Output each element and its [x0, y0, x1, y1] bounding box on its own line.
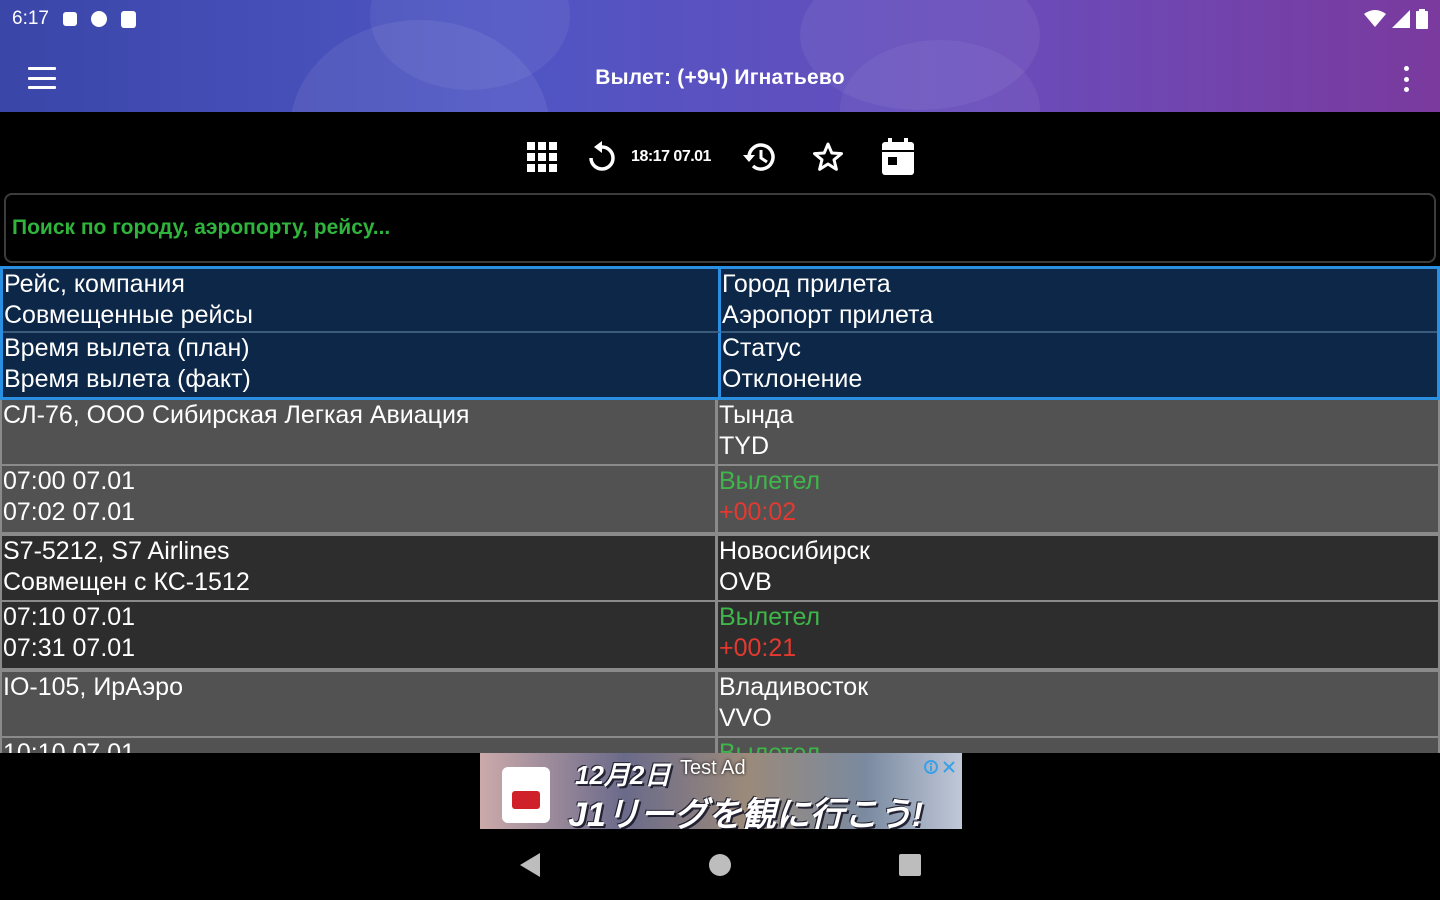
refresh-icon [589, 141, 615, 171]
destination-cell: Новосибирск OVB [718, 536, 1438, 602]
time-cell: 07:10 07.01 07:31 07.01 [2, 602, 718, 668]
ad-logo [502, 767, 550, 823]
nav-recents-button[interactable] [890, 845, 930, 885]
calendar-icon [881, 138, 914, 175]
nav-back-button[interactable] [510, 845, 550, 885]
signal-icon [1392, 10, 1410, 28]
update-time: 18:17 07.01 [631, 148, 711, 165]
destination-cell: Владивосток VVO [718, 672, 1438, 738]
header-city-label: Город прилета [722, 270, 891, 298]
header-delay-label: Отклонение [722, 365, 863, 393]
header-cell: Город прилета Аэропорт прилета [721, 269, 1437, 333]
refresh-button[interactable] [577, 132, 627, 182]
notification-icon [90, 11, 107, 27]
fact-time: 07:31 07.01 [3, 634, 136, 662]
hamburger-icon[interactable] [28, 67, 56, 89]
system-nav-bar [0, 841, 1440, 889]
header-codeshare-label: Совмещенные рейсы [4, 301, 253, 329]
flight-cell: IO-105, ИрАэро [2, 672, 718, 738]
notification-icon [62, 12, 77, 26]
ad-banner[interactable]: 12月2日 Test Ad J1リーグを観に行こう! [480, 753, 962, 829]
flight-codeshare: Совмещен с КС-1512 [3, 568, 250, 596]
header-flight-label: Рейс, компания [4, 270, 185, 298]
plan-time: 07:00 07.01 [3, 467, 136, 495]
header-fact-time-label: Время вылета (факт) [4, 365, 251, 393]
header-cell: Время вылета (план) Время вылета (факт) [3, 333, 721, 397]
status-bar-left: 6:17 [12, 8, 136, 30]
flight-row[interactable]: СЛ-76, ООО Сибирская Легкая Авиация Тынд… [0, 400, 1440, 534]
header-cell: Статус Отклонение [721, 333, 1437, 397]
fact-time: 07:02 07.01 [3, 498, 136, 526]
page-title: Вылет: (+9ч) Игнатьево [595, 66, 845, 89]
destination-city: Новосибирск [719, 537, 870, 565]
home-icon [709, 854, 731, 876]
search-input[interactable] [12, 195, 1434, 261]
destination-airport: OVB [719, 568, 772, 596]
flight-name: СЛ-76, ООО Сибирская Легкая Авиация [3, 401, 470, 429]
flight-cell: СЛ-76, ООО Сибирская Легкая Авиация [2, 400, 718, 466]
sd-card-icon [120, 10, 136, 28]
close-icon [943, 761, 955, 773]
flight-cell: S7-5212, S7 Airlines Совмещен с КС-1512 [2, 536, 718, 602]
flight-name: S7-5212, S7 Airlines [3, 537, 230, 565]
grid-button[interactable] [517, 132, 567, 182]
app-header: 6:17 Вылет: (+9ч) Игнатьево [0, 0, 1440, 112]
destination-cell: Тында TYD [718, 400, 1438, 466]
flight-name: IO-105, ИрАэро [3, 673, 183, 701]
bottom-area: 12月2日 Test Ad J1リーグを観に行こう! [0, 753, 1440, 900]
flight-delay: +00:21 [719, 634, 797, 662]
header-airport-label: Аэропорт прилета [722, 301, 934, 329]
status-cell: Вылетел +00:02 [718, 466, 1438, 532]
flight-row[interactable]: S7-5212, S7 Airlines Совмещен с КС-1512 … [0, 534, 1440, 670]
time-cell: 07:00 07.01 07:02 07.01 [2, 466, 718, 532]
status-bar-right [1364, 9, 1428, 29]
flights-table: Рейс, компания Совмещенные рейсы Город п… [0, 266, 1440, 806]
wifi-icon [1364, 10, 1386, 27]
more-vert-icon[interactable] [1402, 66, 1410, 92]
destination-airport: TYD [719, 432, 769, 460]
destination-city: Тында [719, 401, 794, 429]
flight-status: Вылетел [719, 467, 821, 495]
ad-info-icon [924, 760, 938, 774]
favorites-button[interactable] [803, 132, 853, 182]
ad-label: Test Ad [680, 757, 746, 779]
ad-headline: J1リーグを観に行こう! [568, 796, 924, 829]
header-plan-time-label: Время вылета (план) [4, 334, 250, 362]
nav-home-button[interactable] [700, 845, 740, 885]
status-bar: 6:17 [0, 0, 1440, 38]
battery-icon [1416, 9, 1428, 29]
destination-city: Владивосток [719, 673, 869, 701]
status-cell: Вылетел +00:21 [718, 602, 1438, 668]
grid-icon [527, 142, 558, 172]
table-header: Рейс, компания Совмещенные рейсы Город п… [0, 266, 1440, 400]
header-cell: Рейс, компания Совмещенные рейсы [3, 269, 721, 333]
ad-close-button[interactable] [922, 757, 956, 777]
recents-icon [899, 854, 921, 876]
calendar-button[interactable] [873, 132, 923, 182]
header-status-label: Статус [722, 334, 802, 362]
history-icon [742, 143, 775, 171]
flight-status: Вылетел [719, 603, 821, 631]
plan-time: 07:10 07.01 [3, 603, 136, 631]
status-time: 6:17 [12, 8, 49, 29]
search-box [4, 193, 1436, 263]
back-icon [520, 853, 540, 877]
history-button[interactable] [733, 132, 783, 182]
toolbar: 18:17 07.01 [0, 130, 1440, 184]
star-icon [812, 142, 843, 171]
destination-airport: VVO [719, 704, 772, 732]
flight-delay: +00:02 [719, 498, 797, 526]
app-bar: Вылет: (+9ч) Игнатьево [0, 38, 1440, 112]
